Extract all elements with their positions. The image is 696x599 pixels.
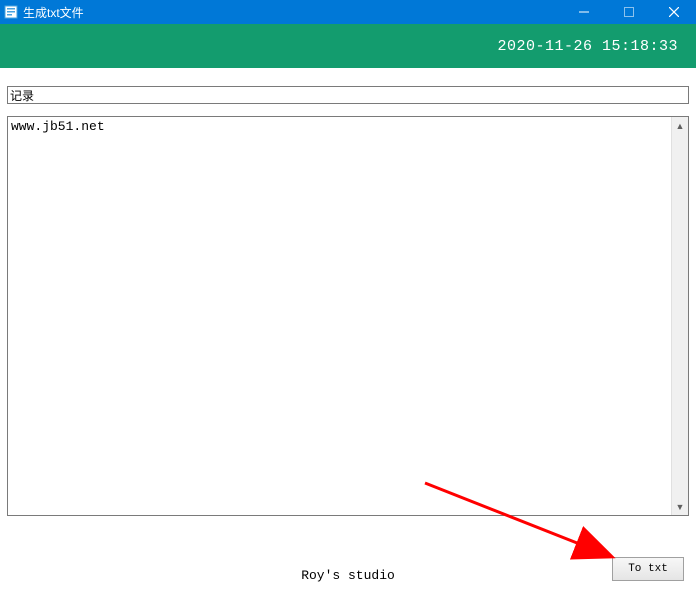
studio-label: Roy's studio xyxy=(301,568,395,583)
banner-timestamp: 2020-11-26 15:18:33 xyxy=(497,38,678,55)
scroll-down-icon[interactable]: ▼ xyxy=(672,498,688,515)
content-textarea[interactable] xyxy=(8,117,671,515)
window-title: 生成txt文件 xyxy=(23,4,84,21)
title-input[interactable] xyxy=(7,86,689,104)
close-button[interactable] xyxy=(651,0,696,24)
content-textarea-wrap: ▲ ▼ xyxy=(7,116,689,516)
titlebar: 生成txt文件 xyxy=(0,0,696,24)
minimize-button[interactable] xyxy=(561,0,606,24)
banner: 2020-11-26 15:18:33 xyxy=(0,24,696,68)
content-area: ▲ ▼ xyxy=(0,68,696,516)
scrollbar[interactable]: ▲ ▼ xyxy=(671,117,688,515)
to-txt-button[interactable]: To txt xyxy=(612,557,684,581)
app-icon xyxy=(3,4,19,20)
maximize-button[interactable] xyxy=(606,0,651,24)
footer: Roy's studio To txt xyxy=(0,555,696,583)
scroll-up-icon[interactable]: ▲ xyxy=(672,117,688,134)
